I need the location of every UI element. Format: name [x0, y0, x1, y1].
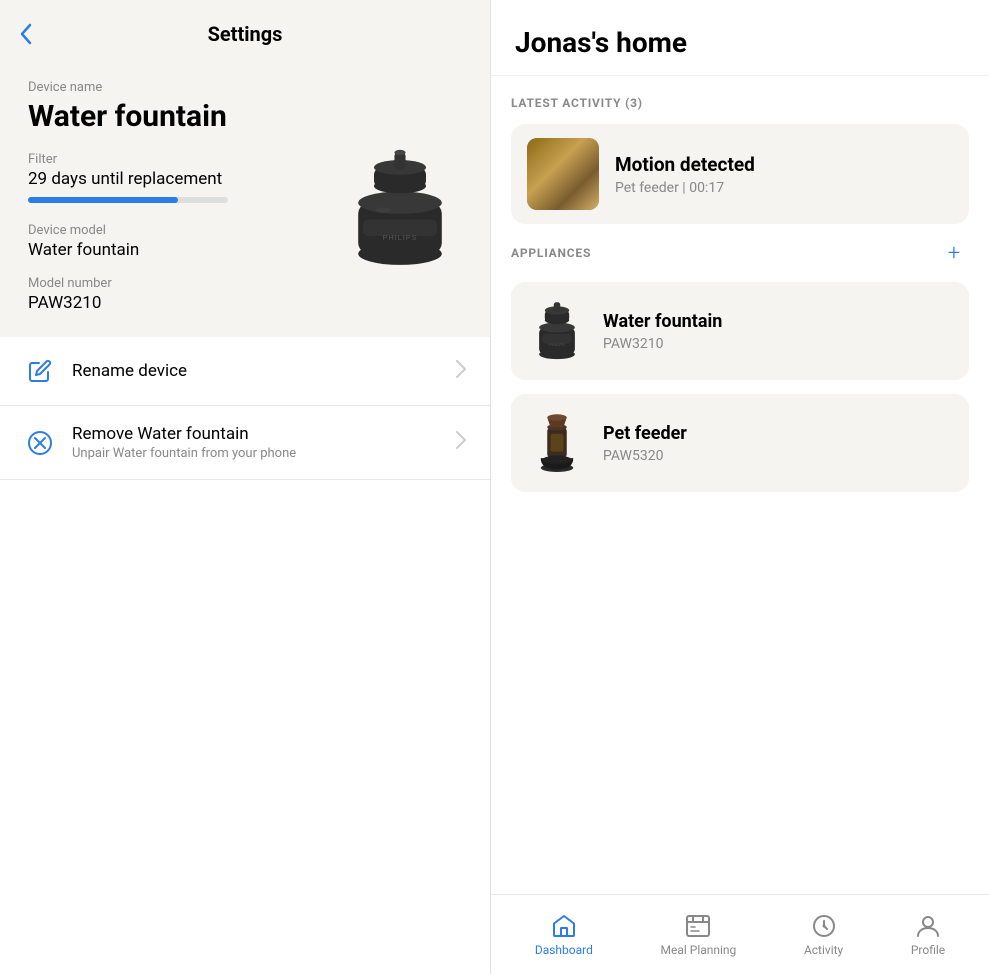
remove-chevron-icon [456, 431, 466, 454]
remove-icon [24, 427, 56, 459]
rename-chevron-icon [456, 360, 466, 383]
filter-progress-bar [28, 197, 228, 203]
device-name-label: Device name [28, 80, 462, 95]
settings-header: Settings [0, 0, 490, 62]
filter-progress-fill [28, 197, 178, 203]
device-model-label: Device model [28, 223, 139, 238]
edit-icon [24, 355, 56, 387]
rename-device-item[interactable]: Rename device [0, 337, 490, 406]
dashboard-icon [551, 913, 577, 939]
pet-feeder-name: Pet feeder [603, 423, 687, 444]
device-model-value: Water fountain [28, 240, 139, 260]
remove-device-item[interactable]: Remove Water fountain Unpair Water fount… [0, 406, 490, 480]
profile-label: Profile [911, 943, 945, 957]
home-title: Jonas's home [515, 26, 965, 59]
activity-section-title: LATEST ACTIVITY (3) [511, 96, 643, 110]
water-fountain-model: PAW3210 [603, 336, 722, 352]
settings-title: Settings [208, 22, 283, 46]
svg-text:PHILIPS: PHILIPS [383, 233, 418, 242]
water-fountain-large-icon: PHILIPS [340, 147, 460, 277]
right-header: Jonas's home [491, 0, 989, 76]
device-info-section: Device name Water fountain Filter 29 day… [0, 62, 490, 337]
device-image: PHILIPS [330, 142, 470, 282]
nav-item-meal-planning[interactable]: Meal Planning [644, 905, 752, 965]
activity-title: Motion detected [615, 153, 755, 176]
activity-label: Activity [804, 943, 843, 957]
water-fountain-icon: PHILIPS [527, 296, 587, 366]
meal-planning-label: Meal Planning [660, 943, 736, 957]
right-content: LATEST ACTIVITY (3) Motion detected Pet … [491, 76, 989, 894]
water-fountain-name: Water fountain [603, 311, 722, 332]
water-fountain-info: Water fountain PAW3210 [603, 311, 722, 352]
rename-action-text: Rename device [72, 361, 456, 381]
rename-title: Rename device [72, 361, 456, 381]
pet-feeder-icon [527, 408, 587, 478]
profile-icon [915, 913, 941, 939]
activity-subtitle: Pet feeder | 00:17 [615, 180, 755, 196]
activity-card[interactable]: Motion detected Pet feeder | 00:17 [511, 124, 969, 224]
activity-icon [811, 913, 837, 939]
left-panel: Settings Device name Water fountain Filt… [0, 0, 490, 974]
remove-action-text: Remove Water fountain Unpair Water fount… [72, 424, 456, 461]
activity-info: Motion detected Pet feeder | 00:17 [615, 153, 755, 196]
dashboard-label: Dashboard [535, 943, 593, 957]
device-name-value: Water fountain [28, 99, 462, 134]
nav-item-dashboard[interactable]: Dashboard [519, 905, 609, 965]
back-button[interactable] [20, 23, 32, 45]
activity-thumbnail [527, 138, 599, 210]
pet-feeder-model: PAW5320 [603, 448, 687, 464]
add-appliance-button[interactable]: + [939, 238, 969, 268]
meal-planning-icon [685, 913, 711, 939]
activity-thumbnail-image [527, 138, 599, 210]
appliances-section-header: APPLIANCES + [511, 238, 969, 268]
appliance-card-water-fountain[interactable]: PHILIPS Water fountain PAW3210 [511, 282, 969, 380]
appliance-card-pet-feeder[interactable]: Pet feeder PAW5320 [511, 394, 969, 492]
svg-text:PHILIPS: PHILIPS [549, 342, 565, 347]
remove-subtitle: Unpair Water fountain from your phone [72, 446, 456, 461]
appliances-section-title: APPLIANCES [511, 246, 591, 260]
nav-item-profile[interactable]: Profile [895, 905, 961, 965]
nav-item-activity[interactable]: Activity [788, 905, 859, 965]
actions-section: Rename device Remove Water fountain Unpa… [0, 337, 490, 974]
remove-title: Remove Water fountain [72, 424, 456, 444]
model-number-value: PAW3210 [28, 293, 139, 313]
model-text: Device model Water fountain Model number… [28, 223, 139, 313]
bottom-navigation: Dashboard Meal Planning [491, 894, 989, 974]
right-panel: Jonas's home LATEST ACTIVITY (3) Motion … [490, 0, 989, 974]
activity-section-header: LATEST ACTIVITY (3) [511, 96, 969, 110]
pet-feeder-info: Pet feeder PAW5320 [603, 423, 687, 464]
model-number-label: Model number [28, 276, 139, 291]
